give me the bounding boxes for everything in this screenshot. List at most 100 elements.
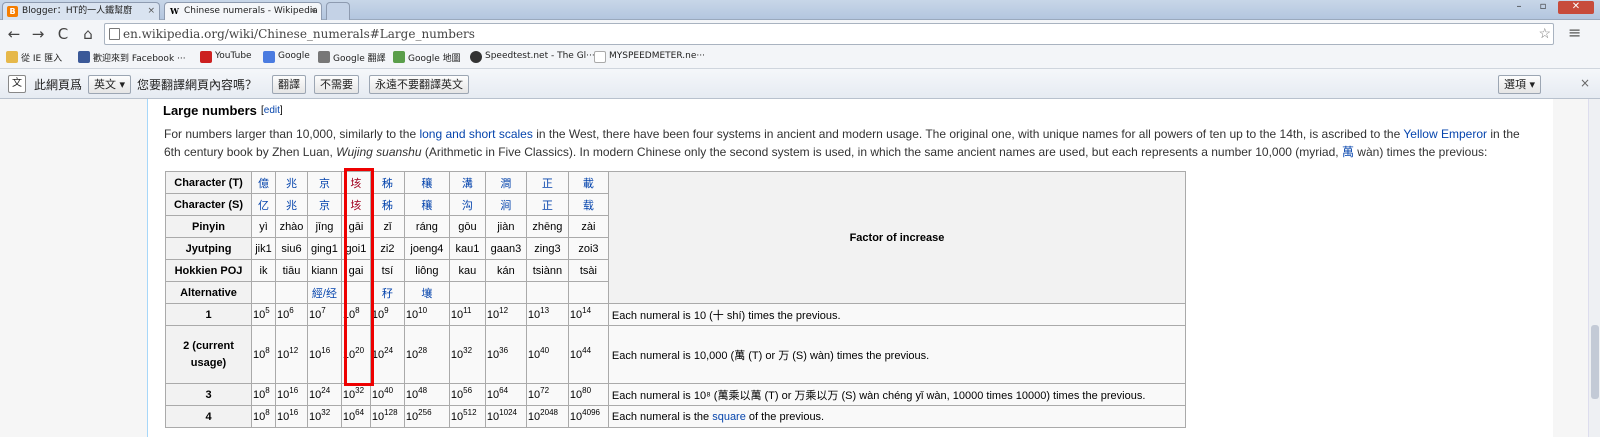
close-window-icon[interactable]: ✕ [1558,1,1594,14]
translate-button[interactable]: 翻譯 [272,75,306,94]
reload-icon[interactable]: C [53,24,73,44]
youtube-icon [200,51,212,63]
link-yellow-emperor[interactable]: Yellow Emperor [1403,127,1487,141]
table-cell: zoi3 [567,237,609,260]
table-cell[interactable]: 亿 [251,193,276,216]
table-cell[interactable]: 澗 [484,171,527,194]
language-select[interactable]: 英文 ▾ [88,75,132,94]
table-cell[interactable]: 穰 [403,193,450,216]
table-cell[interactable]: 京 [307,193,342,216]
link-wan[interactable]: 萬 [1342,145,1354,159]
exponent: 24 [321,385,331,395]
power-cell: 1016 [307,325,342,384]
power-cell: 1024 [307,383,342,406]
table-cell[interactable]: 溝 [448,171,486,194]
table-cell[interactable]: 壤 [403,281,450,304]
close-icon[interactable]: × [1580,76,1590,90]
table-cell[interactable]: 涧 [484,193,527,216]
minimize-icon[interactable]: – [1508,1,1530,14]
bookmark-label: YouTube [215,51,252,61]
tab-label: Blogger：HT的一人鐵幫廚 [22,6,133,16]
page-icon [594,51,606,63]
system-label: 2 (current usage) [165,325,252,384]
table-cell[interactable]: 正 [525,193,569,216]
text: For numbers larger than 10,000, similarl… [164,127,420,141]
description-text: of the previous. [745,410,825,423]
table-row: 2 (current usage) 108 1012 1016 1020 1024 1028… [165,325,1187,384]
translate-question: 您要翻譯網頁內容嗎？ [137,78,258,92]
table-cell[interactable]: 秭 [369,193,405,216]
exponent: 16 [289,385,299,395]
bookmark-myspeedmeter[interactable]: MYSPEEDMETER.ne··· [594,51,705,63]
menu-icon[interactable]: ≡ [1568,25,1584,41]
table-cell[interactable]: 正 [525,171,569,194]
home-icon[interactable]: ⌂ [78,24,98,44]
exponent: 32 [463,345,473,355]
exponent: 16 [321,345,331,355]
options-button[interactable]: 選項 ▾ [1498,75,1542,94]
exponent: 32 [355,385,365,395]
table-cell: zing3 [525,237,569,260]
table-row: 1 105 106 107 108 109 1010 1011 1012 1013 1014 Each… [165,303,1187,326]
tab-wikipedia[interactable]: W Chinese numerals - Wikipedia × [164,2,322,20]
close-tab-icon[interactable]: × [147,3,155,19]
power-cell: 109 [369,303,405,326]
table-cell[interactable]: 兆 [275,193,308,216]
new-tab-button[interactable] [326,2,350,20]
exponent: 56 [463,385,473,395]
table-cell[interactable]: 億 [251,171,276,194]
restore-icon[interactable]: ▫ [1532,1,1554,14]
address-bar[interactable]: en.wikipedia.org/wiki/Chinese_numerals#L… [104,23,1554,45]
power-cell: 10256 [403,405,450,428]
bookmark-facebook[interactable]: 歡迎來到 Facebook ··· [78,51,186,64]
bookmark-google-translate[interactable]: Google 翻譯 [318,51,386,64]
table-cell: gaan3 [484,237,527,260]
table-cell[interactable]: 京 [307,171,342,194]
scrollbar[interactable] [1588,99,1600,437]
table-row: 3 108 1016 1024 1032 1040 1048 1056 1064 1072 1080… [165,383,1187,406]
edit-link[interactable]: edit [264,105,280,116]
link-long-short-scales[interactable]: long and short scales [419,127,532,141]
exponent: 80 [582,385,592,395]
power-cell: 1024 [369,325,405,384]
power-cell: 104096 [567,405,609,428]
system-label: 4 [165,405,252,428]
no-thanks-button[interactable]: 不需要 [314,75,359,94]
bookmark-label: Google 地圖 [408,54,461,64]
close-tab-icon[interactable]: × [309,3,317,19]
power-cell: 1032 [307,405,342,428]
table-cell: joeng4 [403,237,450,260]
table-cell[interactable]: 秭 [369,171,405,194]
url-text: en.wikipedia.org/wiki/Chinese_numerals#L… [123,27,475,41]
table-cell[interactable]: 經/经 [307,281,342,304]
bookmark-ie-import[interactable]: 從 IE 匯入 [6,51,62,64]
table-cell[interactable]: 沟 [448,193,486,216]
table-cell[interactable]: 載 [567,171,609,194]
exponent: 8 [265,385,270,395]
book-title: Wujing suanshu [336,145,422,159]
never-translate-button[interactable]: 永遠不要翻譯英文 [369,75,469,94]
table-row: Character (T) 億兆京垓秭穰溝澗正載 Factor of increas… [165,171,1187,304]
forward-icon[interactable]: → [28,24,48,44]
blogger-icon: B [7,6,18,17]
back-icon[interactable]: ← [4,24,24,44]
bookmark-star-icon[interactable]: ☆ [1538,24,1551,44]
scrollbar-thumb[interactable] [1591,325,1599,399]
bookmark-speedtest[interactable]: Speedtest.net - The Gl··· [470,51,595,63]
link-square[interactable]: square [712,411,746,423]
exponent: 1024 [499,407,517,417]
table-cell [251,281,276,304]
exponent: 64 [355,407,365,417]
description: Each numeral is 10⁸ (萬乘以萬 (T) or 万乘以万 (S… [607,383,1187,406]
exponent: 28 [418,345,428,355]
bookmark-google[interactable]: Google [263,51,310,63]
bookmark-youtube[interactable]: YouTube [200,51,252,63]
power-cell: 105 [251,303,276,326]
tab-blogger[interactable]: B Blogger：HT的一人鐵幫廚 × [2,2,160,20]
table-cell[interactable]: 穰 [403,171,450,194]
table-cell[interactable]: 秄 [369,281,405,304]
table-cell[interactable]: 载 [567,193,609,216]
table-cell: tsiànn [525,259,569,282]
table-cell[interactable]: 兆 [275,171,308,194]
bookmark-google-maps[interactable]: Google 地圖 [393,51,461,64]
